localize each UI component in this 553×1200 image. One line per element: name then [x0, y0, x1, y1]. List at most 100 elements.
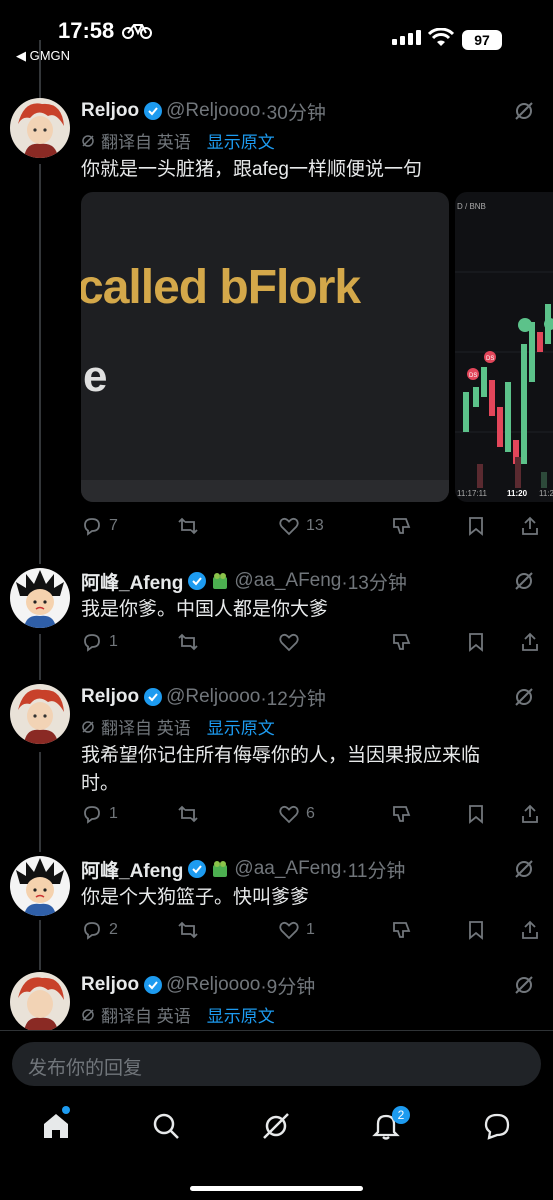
retweet-button[interactable] — [177, 803, 205, 825]
share-icon — [522, 920, 538, 939]
reply-icon — [84, 634, 100, 652]
heart-icon — [279, 921, 299, 940]
like-button[interactable]: 6 — [278, 803, 315, 825]
like-button[interactable] — [278, 631, 306, 653]
cellular-signal-icon — [392, 30, 421, 45]
author-name[interactable]: 阿峰_Afeng — [81, 856, 183, 883]
translate-icon — [82, 720, 94, 733]
messages-icon[interactable] — [481, 1110, 513, 1142]
translated-from-label: 翻译自 英语 — [101, 719, 191, 738]
translation-notice: 翻译自 英语 显示原文 — [81, 714, 275, 739]
author-name[interactable]: Reljoo — [81, 686, 139, 708]
notifications-badge: 2 — [392, 1106, 410, 1124]
like-button[interactable]: 13 — [278, 515, 324, 537]
bottom-tab-bar — [0, 1100, 553, 1160]
retweet-button[interactable] — [177, 631, 205, 653]
downvote-button[interactable] — [391, 631, 413, 653]
author-name[interactable]: 阿峰_Afeng — [81, 568, 183, 595]
like-count: 1 — [306, 921, 315, 938]
post-actions: 1 6 — [81, 802, 541, 826]
reply-icon — [84, 922, 100, 940]
post-time: ·13分钟 — [341, 572, 407, 594]
like-count: 6 — [306, 805, 315, 822]
post-time: ·12分钟 — [260, 688, 326, 710]
avatar[interactable] — [10, 972, 70, 1030]
translate-icon — [82, 134, 94, 147]
downvote-button[interactable] — [391, 515, 413, 537]
post-time: ·9分钟 — [260, 976, 316, 998]
bookmark-button[interactable] — [465, 919, 487, 941]
grok-icon[interactable] — [513, 570, 535, 592]
show-original-link[interactable]: 显示原文 — [207, 128, 275, 153]
reply-button[interactable]: 2 — [81, 919, 118, 941]
author-name[interactable]: Reljoo — [81, 100, 139, 122]
home-new-indicator — [62, 1106, 70, 1114]
avatar[interactable] — [10, 98, 70, 158]
wifi-icon — [428, 28, 454, 46]
like-button[interactable]: 1 — [278, 919, 315, 941]
bookmark-icon — [469, 805, 483, 824]
reply-input[interactable]: 发布你的回复 — [12, 1042, 541, 1086]
back-to-app-link[interactable]: ◀ GMGN — [16, 48, 70, 64]
status-time: 17:58 — [58, 18, 115, 43]
grok-icon[interactable] — [513, 686, 535, 708]
home-icon[interactable] — [40, 1110, 72, 1142]
thread-line — [39, 40, 41, 98]
post-text: 你就是一头脏猪，跟afeg一样顺便说一句 — [81, 159, 422, 180]
author-handle[interactable]: @Reljoooo — [166, 100, 260, 122]
post-actions: 2 1 — [81, 918, 541, 942]
affiliate-badge-icon — [213, 573, 228, 589]
grok-icon[interactable] — [513, 100, 535, 122]
author-handle[interactable]: @Reljoooo — [166, 686, 260, 708]
retweet-icon — [178, 805, 198, 823]
show-original-link[interactable]: 显示原文 — [207, 714, 275, 739]
share-button[interactable] — [519, 515, 541, 537]
author-name[interactable]: Reljoo — [81, 974, 139, 996]
translation-notice: 翻译自 英语 显示原文 — [81, 128, 275, 153]
author-handle[interactable]: @aa_AFeng — [234, 570, 341, 592]
author-handle[interactable]: @Reljoooo — [166, 974, 260, 996]
bookmark-icon — [469, 633, 483, 652]
retweet-icon — [178, 517, 198, 535]
reply-button[interactable]: 1 — [81, 803, 118, 825]
chart-label: 11:17:11 — [457, 489, 488, 498]
post-image[interactable]: called bFlork e — [81, 192, 449, 502]
share-button[interactable] — [519, 631, 541, 653]
post-time: ·30分钟 — [260, 102, 326, 124]
reply-icon — [84, 806, 100, 824]
verified-badge-icon — [144, 102, 163, 120]
image-text: e — [83, 352, 108, 401]
show-original-link[interactable]: 显示原文 — [207, 1002, 275, 1027]
reply-button[interactable]: 1 — [81, 631, 118, 653]
retweet-button[interactable] — [177, 919, 205, 941]
home-indicator — [190, 1186, 363, 1191]
bookmark-button[interactable] — [465, 515, 487, 537]
grok-icon[interactable] — [513, 858, 535, 880]
retweet-button[interactable] — [177, 515, 205, 537]
like-count: 13 — [306, 517, 324, 534]
post-image-chart[interactable]: D / BNB DS DS 11:17:11 11:20 11:2 — [455, 192, 553, 502]
bookmark-button[interactable] — [465, 631, 487, 653]
grok-tab-icon[interactable] — [260, 1110, 292, 1142]
battery-indicator: 97 — [462, 30, 502, 50]
share-button[interactable] — [519, 803, 541, 825]
reply-count: 1 — [109, 805, 118, 822]
author-handle[interactable]: @aa_AFeng — [234, 858, 341, 880]
post-text: 你是个大狗篮子。快叫爹爹 — [81, 887, 310, 908]
reply-count: 2 — [109, 921, 118, 938]
avatar[interactable] — [10, 684, 70, 744]
translated-from-label: 翻译自 英语 — [101, 133, 191, 152]
verified-badge-icon — [188, 860, 207, 878]
heart-icon — [279, 805, 299, 824]
share-button[interactable] — [519, 919, 541, 941]
avatar[interactable] — [10, 856, 70, 916]
translate-icon — [82, 1008, 94, 1021]
search-icon[interactable] — [150, 1110, 182, 1142]
reply-button[interactable]: 7 — [81, 515, 118, 537]
grok-icon[interactable] — [513, 974, 535, 996]
reply-post[interactable]: Reljoo @Reljoooo ·9分钟 翻译自 英语 显示原文 — [0, 972, 553, 1030]
downvote-button[interactable] — [391, 803, 413, 825]
bookmark-button[interactable] — [465, 803, 487, 825]
avatar[interactable] — [10, 568, 70, 628]
downvote-button[interactable] — [391, 919, 413, 941]
